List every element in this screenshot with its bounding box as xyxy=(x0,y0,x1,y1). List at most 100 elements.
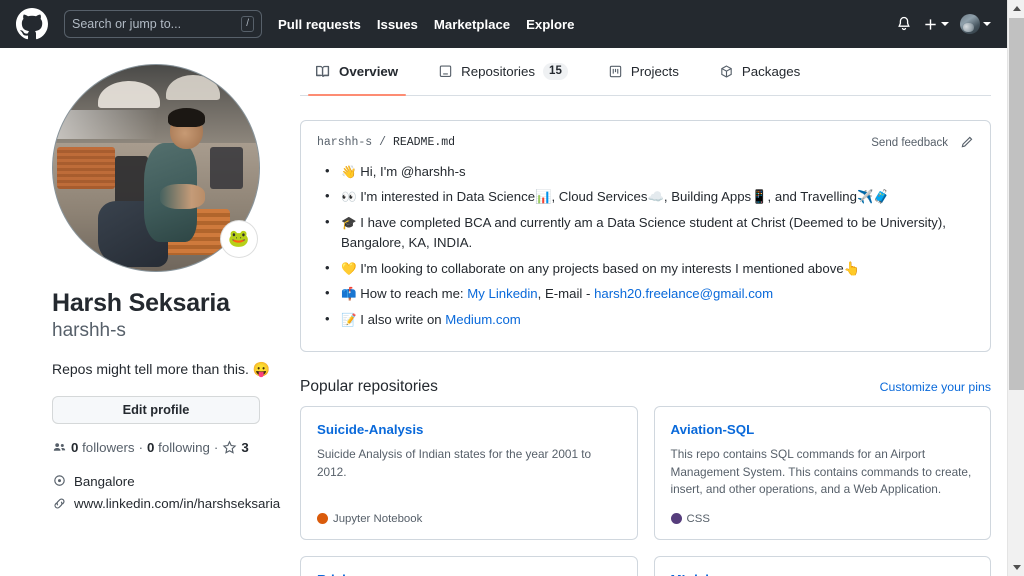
pencil-icon[interactable] xyxy=(959,135,974,150)
repo-description: This repo contains SQL commands for an A… xyxy=(670,447,972,497)
location-pin-icon xyxy=(52,474,67,489)
tab-projects-label: Projects xyxy=(630,64,679,79)
tab-overview[interactable]: Overview xyxy=(300,48,414,96)
repositories-count-badge: 15 xyxy=(543,63,568,80)
repo-card[interactable]: Aviation-SQL This repo contains SQL comm… xyxy=(653,406,991,540)
bullet-text: I also write on xyxy=(360,311,446,327)
account-menu-button[interactable] xyxy=(960,14,991,34)
following-link[interactable]: 0 following xyxy=(147,440,210,455)
package-icon xyxy=(719,64,734,79)
send-feedback-link[interactable]: Send feedback xyxy=(871,137,948,149)
avatar-icon xyxy=(960,14,980,34)
repo-name-link[interactable]: Aviation-SQL xyxy=(671,422,975,437)
profile-website: www.linkedin.com/in/harshseksaria xyxy=(52,493,288,515)
repo-name-link[interactable]: ML-lab xyxy=(671,572,975,576)
chevron-down-icon xyxy=(983,22,991,26)
tab-packages[interactable]: Packages xyxy=(703,48,816,95)
nav-explore[interactable]: Explore xyxy=(526,17,574,32)
language-color-dot xyxy=(670,513,682,525)
avatar-container: 🐸 xyxy=(52,64,260,272)
readme-content: 👋 Hi, I'm @harshh-s 👀 I'm interested in … xyxy=(317,161,974,330)
chevron-down-icon xyxy=(941,22,949,26)
profile-bio: Repos might tell more than this. 😛 xyxy=(52,361,271,378)
tab-projects[interactable]: Projects xyxy=(592,48,695,95)
tab-repositories[interactable]: Repositories 15 xyxy=(422,48,584,95)
separator: · xyxy=(213,439,219,455)
website-link[interactable]: www.linkedin.com/in/harshseksaria xyxy=(74,493,280,515)
tab-repositories-label: Repositories xyxy=(461,64,536,79)
readme-filename: README.md xyxy=(392,136,456,149)
repo-card[interactable]: R-lab R Lab exercises. HTML xyxy=(300,555,638,576)
repo-language: CSS xyxy=(686,512,710,525)
profile-login: harshh-s xyxy=(52,320,126,342)
bullet-emoji: 👀 xyxy=(341,190,357,205)
header-nav: Pull requests Issues Marketplace Explore xyxy=(278,17,575,32)
nav-marketplace[interactable]: Marketplace xyxy=(434,17,510,32)
star-icon xyxy=(222,440,237,455)
followers-link[interactable]: 0 followers xyxy=(71,440,135,455)
profile-body: 🐸 Harsh Seksaria harshh-s Repos might te… xyxy=(0,48,1007,576)
edit-profile-button[interactable]: Edit profile xyxy=(52,395,260,424)
bullet-text: How to reach me: xyxy=(360,286,468,302)
location-text: Bangalore xyxy=(74,473,135,489)
followers-row: 0 followers · 0 following · 3 xyxy=(52,440,288,455)
profile-sidebar: 🐸 Harsh Seksaria harshh-s Repos might te… xyxy=(16,48,288,576)
page-scrollbar[interactable] xyxy=(1007,0,1024,576)
tab-overview-label: Overview xyxy=(339,64,399,79)
bullet-emoji: 📝 xyxy=(341,312,357,327)
stars-count: 3 xyxy=(241,439,249,455)
global-header: Search or jump to... / Pull requests Iss… xyxy=(0,0,1007,48)
book-icon xyxy=(316,64,331,79)
medium-link[interactable]: Medium.com xyxy=(445,312,520,327)
create-new-button[interactable] xyxy=(923,17,949,32)
scroll-down-button[interactable] xyxy=(1008,559,1024,576)
readme-bullet: 📝 I also write on Medium.com xyxy=(321,309,974,330)
repo-name-link[interactable]: Suicide-Analysis xyxy=(317,422,621,437)
followers-count: 0 xyxy=(71,439,79,455)
bullet-emoji: 👋 xyxy=(341,165,357,179)
linkedin-link[interactable]: My Linkedin xyxy=(467,286,537,301)
scroll-up-arrow-icon xyxy=(1012,6,1021,11)
bullet-text: Hi, I'm @harshh-s xyxy=(360,164,466,179)
scrollbar-thumb[interactable] xyxy=(1009,18,1024,390)
tab-packages-label: Packages xyxy=(741,64,801,79)
repo-footer: Jupyter Notebook xyxy=(317,499,621,525)
profile-readme-card: harshh-s / README.md Send feedback 👋 Hi,… xyxy=(300,120,991,353)
email-link[interactable]: harsh20.freelance@gmail.com xyxy=(594,286,773,301)
bullet-emoji: 🎓 xyxy=(341,215,357,230)
scroll-up-button[interactable] xyxy=(1008,0,1024,17)
repo-footer: CSS xyxy=(670,499,975,525)
stars-link[interactable]: 3 xyxy=(222,439,249,455)
bell-icon[interactable] xyxy=(896,16,912,32)
readme-header: harshh-s / README.md Send feedback xyxy=(317,135,974,150)
nav-issues[interactable]: Issues xyxy=(377,17,418,32)
profile-full-name: Harsh Seksaria xyxy=(52,289,230,317)
bullet-text: I have completed BCA and currently am a … xyxy=(341,214,946,251)
bullet-text: I'm looking to collaborate on any projec… xyxy=(360,260,861,276)
repo-card[interactable]: ML-lab Machine Learning Lab programs. Ju… xyxy=(653,555,991,576)
search-input[interactable]: Search or jump to... / xyxy=(64,10,262,38)
popular-repositories-grid: Suicide-Analysis Suicide Analysis of Ind… xyxy=(300,406,991,576)
search-placeholder: Search or jump to... xyxy=(72,17,182,31)
bullet-text: I'm interested in Data Science📊, Cloud S… xyxy=(360,189,890,205)
profile-location: Bangalore xyxy=(52,471,288,493)
readme-bullet: 👋 Hi, I'm @harshh-s xyxy=(321,161,974,182)
vcard-names: Harsh Seksaria harshh-s xyxy=(52,272,288,343)
separator: · xyxy=(138,439,144,455)
github-mark-icon[interactable] xyxy=(16,8,48,40)
readme-bullet: 📫 How to reach me: My Linkedin, E-mail -… xyxy=(321,283,974,304)
browser-viewport: Search or jump to... / Pull requests Iss… xyxy=(0,0,1024,576)
scroll-down-arrow-icon xyxy=(1012,565,1021,570)
project-board-icon xyxy=(608,64,623,79)
nav-pull-requests[interactable]: Pull requests xyxy=(278,17,361,32)
repo-name-link[interactable]: R-lab xyxy=(317,572,621,576)
link-icon xyxy=(52,496,67,511)
bullet-text: , E-mail - xyxy=(537,286,595,302)
profile-main: Overview Repositories 15 Projects Packag… xyxy=(288,48,991,576)
readme-slash: / xyxy=(372,136,393,149)
status-emoji-badge[interactable]: 🐸 xyxy=(220,220,258,258)
repo-card[interactable]: Suicide-Analysis Suicide Analysis of Ind… xyxy=(300,406,638,540)
customize-pins-link[interactable]: Customize your pins xyxy=(880,380,991,394)
popular-repositories-title: Popular repositories xyxy=(300,378,438,396)
following-label: following xyxy=(158,439,210,455)
